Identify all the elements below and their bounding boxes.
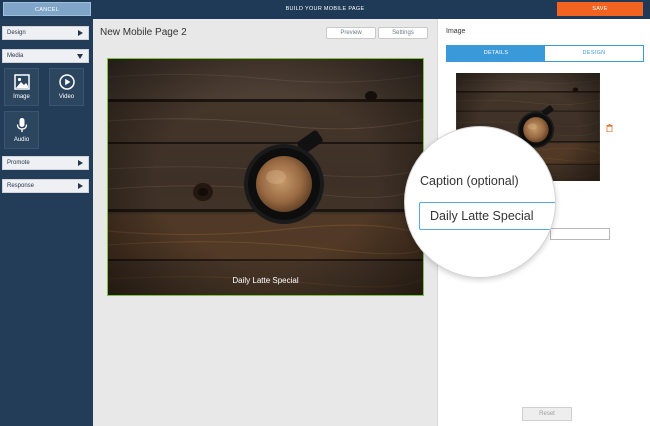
panel-title: Image [446, 28, 466, 35]
sidebar-item-response[interactable]: Response [2, 179, 89, 193]
tab-details[interactable]: DETAILS [447, 46, 545, 61]
chevron-right-icon [78, 30, 83, 36]
caption-label: Caption (optional) [420, 174, 519, 188]
media-tile-label: Image [13, 94, 30, 100]
media-tile-label: Video [58, 94, 75, 100]
media-tile-audio[interactable]: Audio [4, 111, 39, 149]
media-tile-video[interactable]: Video [49, 68, 84, 106]
chevron-right-icon [78, 160, 83, 166]
sidebar-item-media[interactable]: Media [2, 49, 89, 63]
caption-input[interactable] [419, 202, 555, 230]
chevron-right-icon [78, 183, 83, 189]
sidebar-item-label: Media [7, 53, 24, 59]
page-image-block[interactable]: Daily Latte Special [107, 58, 424, 296]
sidebar-item-label: Response [7, 183, 35, 189]
magnifier-callout: Caption (optional) [404, 126, 556, 278]
tab-design[interactable]: DESIGN [545, 46, 643, 61]
sidebar-item-label: Design [7, 30, 26, 36]
settings-button[interactable]: Settings [378, 27, 428, 39]
reset-button[interactable]: Reset [522, 407, 572, 421]
preview-button[interactable]: Preview [326, 27, 376, 39]
sidebar-item-promote[interactable]: Promote [2, 156, 89, 170]
trash-icon[interactable] [606, 124, 613, 132]
page-title: New Mobile Page 2 [100, 27, 187, 38]
size-field[interactable] [550, 228, 610, 240]
sidebar: Design Media Image Video Audio Promote R… [0, 19, 93, 426]
top-bar: CANCEL BUILD YOUR MOBILE PAGE SAVE [0, 0, 650, 19]
play-icon [59, 74, 75, 90]
sidebar-item-label: Promote [7, 160, 30, 166]
microphone-icon [16, 118, 28, 132]
save-button[interactable]: SAVE [557, 2, 643, 16]
image-icon [14, 74, 30, 90]
coffee-photo [108, 59, 423, 295]
sidebar-item-design[interactable]: Design [2, 26, 89, 40]
panel-tabs: DETAILS DESIGN [446, 45, 644, 62]
media-tile-label: Audio [13, 137, 30, 143]
image-caption: Daily Latte Special [232, 276, 299, 285]
media-tile-image[interactable]: Image [4, 68, 39, 106]
builder-title: BUILD YOUR MOBILE PAGE [285, 6, 365, 12]
chevron-down-icon [77, 54, 83, 59]
